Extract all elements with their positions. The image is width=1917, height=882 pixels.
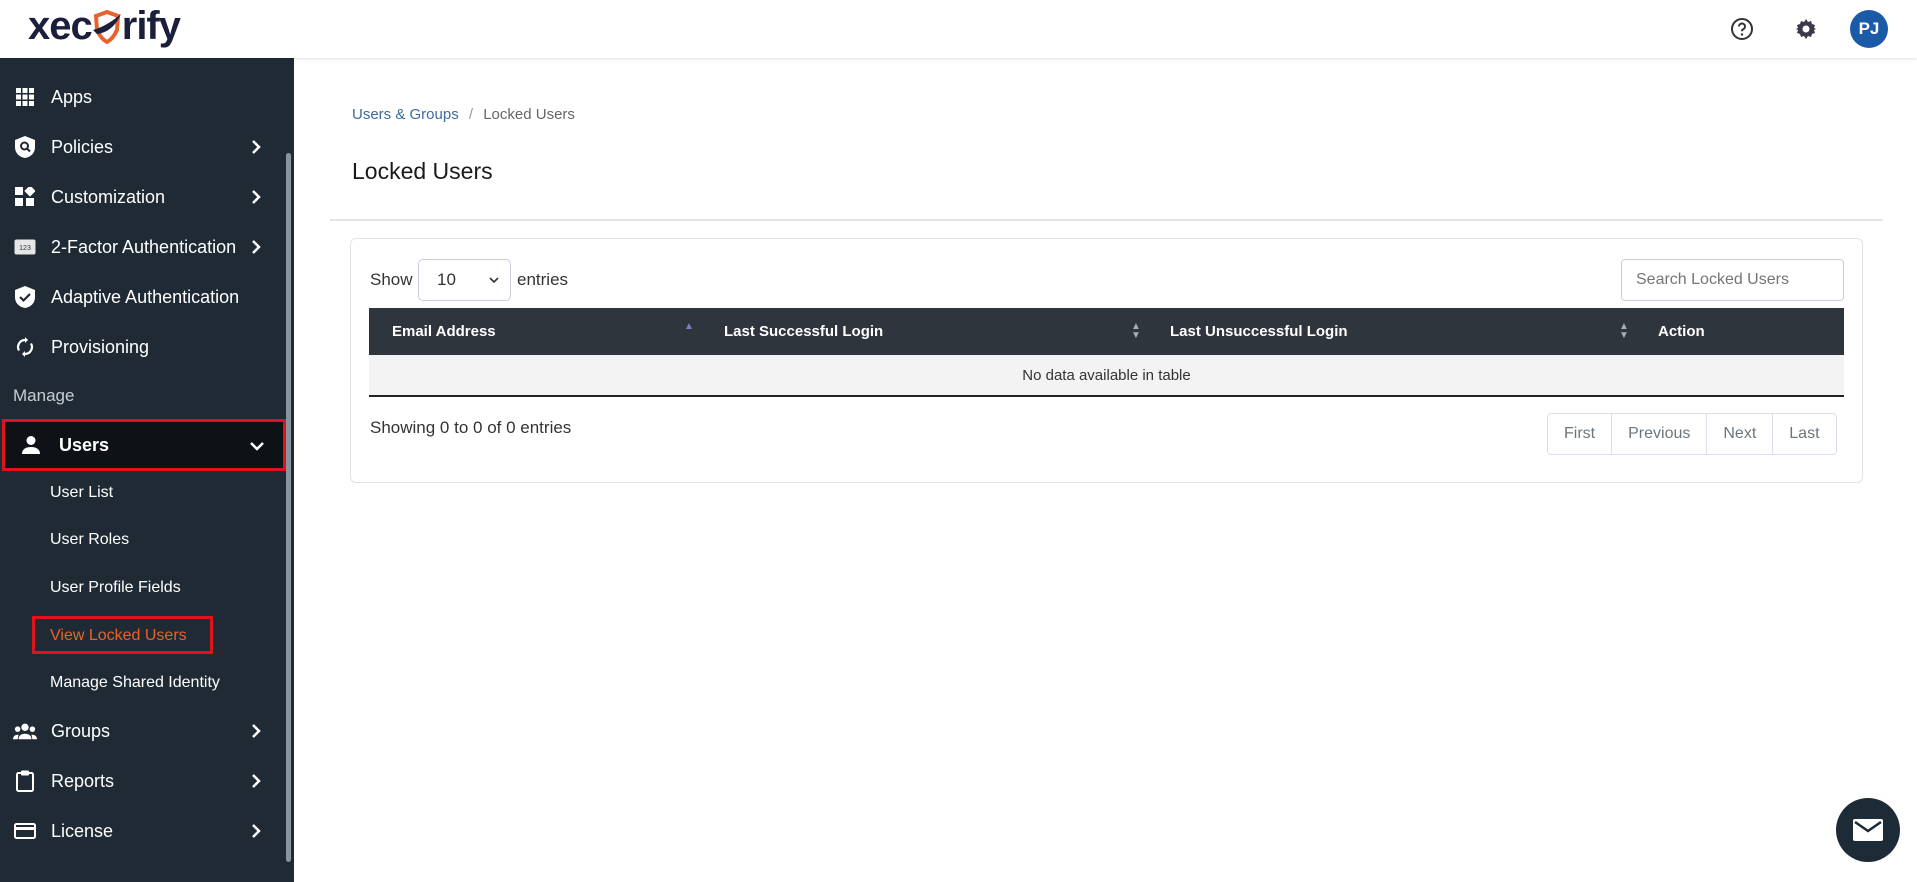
sidebar-label: Customization [51,186,166,207]
table-header: Email Address ▲ Last Successful Login ▲ ▼… [369,308,1844,355]
breadcrumb-current: Locked Users [483,106,575,123]
verified-shield-icon [13,285,37,309]
sidebar-scrollbar[interactable] [286,153,291,862]
entries-label: entries [517,270,569,289]
sidebar-item-2fa[interactable]: 123 2-Factor Authentication [0,224,286,270]
logo-text-right: rify [121,4,181,48]
sidebar-label: Apps [51,86,93,107]
sidebar-item-apps[interactable]: Apps [0,74,286,120]
page-size-select[interactable]: 10 [418,259,511,301]
svg-text:123: 123 [19,245,31,252]
breadcrumb-users-groups[interactable]: Users & Groups [352,106,459,123]
chevron-right-icon [252,140,261,154]
shield-logo-icon [92,9,121,44]
next-page-button[interactable]: Next [1707,414,1774,454]
sidebar-label: Users [59,434,110,455]
user-icon [21,435,41,455]
show-label: Show [370,270,413,289]
mail-icon [1853,819,1883,841]
sort-asc-icon[interactable]: ▲ [684,322,694,332]
section-manage: Manage [13,386,75,405]
pagination: First Previous Next Last [1547,413,1837,455]
sidebar-item-reports[interactable]: Reports [0,758,286,804]
sidebar-sub-user-roles[interactable]: User Roles [50,531,129,549]
groups-icon [13,719,37,743]
grid-icon [13,85,37,109]
avatar[interactable]: PJ [1850,10,1888,48]
sidebar-label: Provisioning [51,336,150,357]
sidebar-label: License [51,820,114,841]
sidebar-item-license[interactable]: License [0,808,286,854]
column-last-unsuccessful-login[interactable]: Last Unsuccessful Login [1170,323,1348,340]
search-input[interactable] [1621,259,1844,301]
divider [330,219,1883,221]
chevron-right-icon [252,824,261,838]
column-email-address[interactable]: Email Address [392,323,496,340]
credit-card-icon [13,819,37,843]
first-page-button[interactable]: First [1548,414,1613,454]
breadcrumb-separator: / [468,106,474,123]
sidebar-sub-view-locked-users[interactable]: View Locked Users [50,627,187,645]
logo-text-left: xec [28,4,93,48]
sidebar-sub-user-profile-fields[interactable]: User Profile Fields [50,579,181,597]
top-header: xec rify PJ [0,0,1917,58]
chevron-right-icon [252,724,261,738]
sidebar-item-users[interactable]: Users [2,419,286,471]
sidebar-sub-manage-shared-identity[interactable]: Manage Shared Identity [50,674,220,692]
page-size-value: 10 [437,270,456,289]
chevron-right-icon [252,190,261,204]
column-action: Action [1658,323,1705,340]
sidebar-label: Reports [51,770,115,791]
sidebar-sub-user-list[interactable]: User List [50,484,113,502]
sidebar-item-customization[interactable]: Customization [0,174,286,220]
contact-mail-button[interactable] [1836,798,1900,862]
breadcrumb: Users & Groups / Locked Users [352,106,575,123]
sidebar-item-groups[interactable]: Groups [0,708,286,754]
sidebar-label: Policies [51,136,114,157]
sidebar-item-provisioning[interactable]: Provisioning [0,324,286,370]
chevron-right-icon [252,774,261,788]
sidebar-label: Adaptive Authentication [51,286,240,307]
chevron-right-icon [252,240,261,254]
sidebar-item-adaptive-auth[interactable]: Adaptive Authentication [0,274,286,320]
sort-icon[interactable]: ▲ ▼ [1131,322,1141,341]
chevron-down-icon [250,442,264,451]
sort-icon[interactable]: ▲ ▼ [1619,322,1629,341]
sidebar-label: Groups [51,720,111,741]
empty-table-message: No data available in table [369,355,1844,397]
previous-page-button[interactable]: Previous [1612,414,1708,454]
page-title: Locked Users [352,158,493,184]
sidebar-label: 2-Factor Authentication [51,236,237,257]
last-page-button[interactable]: Last [1773,414,1835,454]
table-info: Showing 0 to 0 of 0 entries [370,418,572,437]
sidebar-item-policies[interactable]: Policies [0,124,286,170]
help-icon[interactable] [1727,14,1757,44]
policy-shield-icon [13,135,37,159]
gear-icon[interactable] [1791,14,1821,44]
widgets-icon [13,185,37,209]
123-icon: 123 [13,235,37,259]
clipboard-icon [13,769,37,793]
sync-icon [13,335,37,359]
column-last-successful-login[interactable]: Last Successful Login [724,323,883,340]
xecurify-logo[interactable]: xec rify [28,4,181,49]
chevron-down-icon [489,277,499,284]
